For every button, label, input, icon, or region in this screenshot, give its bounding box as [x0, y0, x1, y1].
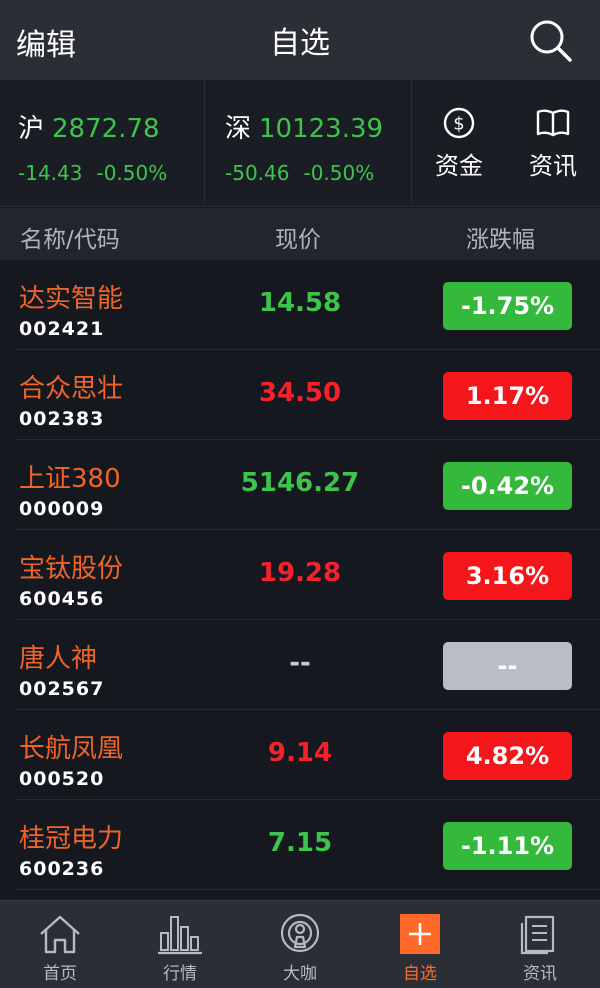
index-shanghai[interactable]: 沪 2872.78 -14.43 -0.50%: [0, 80, 205, 207]
stock-code: 000009: [19, 498, 105, 520]
index-percent: -0.50%: [303, 161, 375, 185]
top-nav-bar: 编辑 自选: [0, 0, 600, 80]
tab-label: 自选: [403, 964, 437, 984]
column-name[interactable]: 名称/代码: [20, 220, 120, 254]
change-badge[interactable]: -1.11%: [443, 822, 572, 870]
watchlist: 达实智能 002421 14.58 -1.75% 合众思壮 002383 34.…: [0, 260, 600, 890]
stock-price: 14.58: [258, 288, 342, 318]
stock-name: 达实智能: [19, 284, 124, 314]
index-name: 沪: [18, 114, 45, 144]
bar-chart-icon: [158, 916, 202, 955]
news-button[interactable]: 资讯: [513, 106, 593, 181]
tab-news[interactable]: 资讯: [480, 901, 600, 988]
stock-row[interactable]: 唐人神 002567 -- --: [0, 620, 600, 710]
change-badge[interactable]: 1.17%: [443, 372, 572, 420]
podcast-icon: [280, 913, 320, 953]
stock-code: 002383: [19, 408, 105, 430]
stock-row[interactable]: 上证380 000009 5146.27 -0.42%: [0, 440, 600, 530]
index-value: 2872.78: [52, 114, 160, 144]
stock-code: 002421: [19, 318, 105, 340]
page-title: 自选: [270, 26, 330, 61]
tab-home[interactable]: 首页: [0, 901, 120, 988]
stock-name: 长航凤凰: [19, 734, 124, 764]
stock-price: 5146.27: [240, 468, 360, 498]
tab-market[interactable]: 行情: [120, 901, 240, 988]
stock-row[interactable]: 合众思壮 002383 34.50 1.17%: [0, 350, 600, 440]
change-badge[interactable]: -1.75%: [443, 282, 572, 330]
index-percent: -0.50%: [96, 161, 168, 185]
svg-text:$: $: [453, 114, 464, 135]
funds-button[interactable]: $ 资金: [419, 106, 499, 181]
stock-name: 桂冠电力: [19, 824, 124, 854]
change-badge[interactable]: -0.42%: [443, 462, 572, 510]
stock-row[interactable]: 长航凤凰 000520 9.14 4.82%: [0, 710, 600, 800]
book-icon: [536, 109, 570, 137]
stock-name: 宝钛股份: [19, 554, 124, 584]
tab-label: 资讯: [523, 964, 557, 984]
stock-code: 002567: [19, 678, 105, 700]
stock-name: 唐人神: [19, 644, 98, 674]
plus-icon: [400, 914, 440, 954]
change-badge[interactable]: 3.16%: [443, 552, 572, 600]
index-value: 10123.39: [259, 114, 384, 144]
stock-price: 7.15: [267, 828, 333, 858]
edit-button[interactable]: 编辑: [16, 20, 76, 64]
stock-price: --: [289, 648, 311, 678]
tab-label: 行情: [163, 964, 197, 984]
search-icon: [530, 20, 572, 62]
column-header: 名称/代码 现价 涨跌幅: [0, 208, 600, 260]
index-change: -50.46: [225, 161, 290, 185]
stock-price: 9.14: [267, 738, 333, 768]
stock-row[interactable]: 桂冠电力 600236 7.15 -1.11%: [0, 800, 600, 890]
stock-name: 合众思壮: [19, 374, 124, 404]
stock-row[interactable]: 达实智能 002421 14.58 -1.75%: [0, 260, 600, 350]
stock-name: 上证380: [19, 464, 121, 494]
market-index-bar: 沪 2872.78 -14.43 -0.50% 深 10123.39 -50.46 -0…: [0, 80, 600, 207]
tab-watchlist[interactable]: 自选: [360, 901, 480, 988]
search-button[interactable]: [528, 18, 574, 64]
index-change: -14.43: [18, 161, 83, 185]
stock-code: 600236: [19, 858, 105, 880]
change-badge[interactable]: --: [443, 642, 572, 690]
column-price[interactable]: 现价: [275, 220, 321, 254]
dollar-coin-icon: $: [443, 107, 475, 139]
column-change[interactable]: 涨跌幅: [466, 220, 535, 254]
stock-code: 600456: [19, 588, 105, 610]
tab-label: 首页: [43, 964, 77, 984]
news-label: 资讯: [529, 152, 577, 180]
stock-code: 000520: [19, 768, 105, 790]
funds-label: 资金: [435, 152, 483, 180]
stock-row[interactable]: 宝钛股份 600456 19.28 3.16%: [0, 530, 600, 620]
change-badge[interactable]: 4.82%: [443, 732, 572, 780]
document-icon: [520, 915, 555, 955]
stock-price: 34.50: [258, 378, 342, 408]
stock-price: 19.28: [258, 558, 342, 588]
index-name: 深: [225, 114, 252, 144]
home-icon: [40, 915, 80, 954]
tab-label: 大咖: [283, 964, 317, 984]
index-shenzhen[interactable]: 深 10123.39 -50.46 -0.50%: [205, 80, 412, 207]
bottom-tab-bar: 首页 行情 大咖 自选 资讯: [0, 900, 600, 988]
tab-experts[interactable]: 大咖: [240, 901, 360, 988]
